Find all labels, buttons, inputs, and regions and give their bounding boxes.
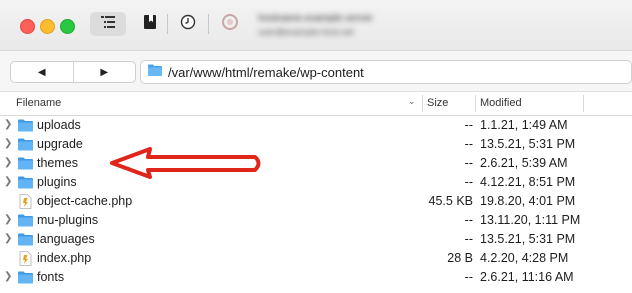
file-size: 28 B — [447, 251, 473, 265]
folder-icon — [17, 137, 34, 154]
bookmarks-button[interactable] — [138, 12, 162, 36]
php-file-icon — [17, 194, 34, 212]
file-name: index.php — [37, 251, 92, 265]
back-button[interactable]: ◀ — [11, 62, 73, 82]
file-row[interactable]: ❯ languages -- 13.5.21, 5:31 PM — [0, 230, 632, 249]
folder-icon — [147, 63, 163, 82]
disclosure-chevron-icon[interactable]: ❯ — [4, 271, 12, 282]
file-size: -- — [464, 232, 473, 246]
disclosure-chevron-icon[interactable]: ❯ — [4, 138, 12, 149]
server-name: hostname.example.server — [258, 13, 374, 24]
path-toolbar: ◀ ▶ /var/www/html/remake/wp-content — [0, 51, 632, 92]
disclosure-chevron-icon[interactable]: ❯ — [4, 214, 12, 225]
file-name: plugins — [37, 175, 77, 189]
forward-button[interactable]: ▶ — [72, 62, 136, 82]
file-list: ❯ uploads -- 1.1.21, 1:49 AM ❯ upgrade -… — [0, 116, 632, 287]
column-filename[interactable]: Filename — [16, 97, 61, 109]
history-button[interactable] — [176, 12, 200, 36]
column-modified[interactable]: Modified — [480, 97, 522, 109]
file-size: 45.5 KB — [428, 194, 473, 208]
clock-icon — [180, 14, 196, 35]
folder-icon — [17, 118, 34, 135]
file-name: uploads — [37, 118, 81, 132]
file-size: -- — [464, 156, 473, 170]
file-modified: 13.5.21, 5:31 PM — [480, 232, 576, 246]
column-header: Filename ⌄ Size Modified — [0, 92, 632, 116]
column-divider[interactable] — [422, 95, 423, 112]
column-divider[interactable] — [583, 95, 584, 112]
folder-icon — [17, 232, 34, 249]
folder-icon — [17, 270, 34, 287]
maximize-window-button[interactable] — [60, 19, 75, 34]
file-name: mu-plugins — [37, 213, 99, 227]
outline-list-icon — [100, 15, 116, 34]
outline-view-button[interactable] — [90, 12, 126, 36]
file-row[interactable]: ❯ mu-plugins -- 13.11.20, 1:11 PM — [0, 211, 632, 230]
close-window-button[interactable] — [20, 19, 35, 34]
file-row[interactable]: index.php 28 B 4.2.20, 4:28 PM — [0, 249, 632, 268]
title-bar: hostname.example.server user@example-hos… — [0, 0, 632, 51]
file-modified: 13.11.20, 1:11 PM — [480, 213, 581, 227]
toolbar-separator — [208, 14, 209, 34]
file-name: upgrade — [37, 137, 83, 151]
disclosure-chevron-icon[interactable]: ❯ — [4, 119, 12, 130]
file-row[interactable]: ❯ uploads -- 1.1.21, 1:49 AM — [0, 116, 632, 135]
file-row[interactable]: ❯ themes -- 2.6.21, 5:39 AM — [0, 154, 632, 173]
file-size: -- — [464, 270, 473, 284]
php-file-icon — [17, 251, 34, 269]
file-modified: 13.5.21, 5:31 PM — [480, 137, 576, 151]
file-modified: 2.6.21, 5:39 AM — [480, 156, 568, 170]
file-name: languages — [37, 232, 95, 246]
navigation-control: ◀ ▶ — [10, 61, 136, 83]
server-logo — [218, 12, 242, 36]
column-divider[interactable] — [475, 95, 476, 112]
folder-icon — [17, 213, 34, 230]
file-row[interactable]: ❯ plugins -- 4.12.21, 8:51 PM — [0, 173, 632, 192]
file-modified: 2.6.21, 11:16 AM — [480, 270, 574, 284]
file-row[interactable]: ❯ fonts -- 2.6.21, 11:16 AM — [0, 268, 632, 287]
file-row[interactable]: object-cache.php 45.5 KB 19.8.20, 4:01 P… — [0, 192, 632, 211]
bookmark-book-icon — [143, 14, 157, 35]
server-logo-icon — [221, 13, 239, 36]
disclosure-chevron-icon[interactable]: ❯ — [4, 176, 12, 187]
file-name: fonts — [37, 270, 65, 284]
file-size: -- — [464, 213, 473, 227]
disclosure-chevron-icon[interactable]: ❯ — [4, 157, 12, 168]
path-field[interactable]: /var/www/html/remake/wp-content — [140, 60, 632, 84]
disclosure-chevron-icon[interactable]: ❯ — [4, 233, 12, 244]
folder-icon — [17, 156, 34, 173]
column-size[interactable]: Size — [427, 97, 448, 109]
file-name: themes — [37, 156, 78, 170]
file-modified: 4.12.21, 8:51 PM — [480, 175, 576, 189]
file-modified: 19.8.20, 4:01 PM — [480, 194, 576, 208]
server-user: user@example-host.net — [258, 27, 354, 37]
file-row[interactable]: ❯ upgrade -- 13.5.21, 5:31 PM — [0, 135, 632, 154]
file-modified: 1.1.21, 1:49 AM — [480, 118, 568, 132]
file-name: object-cache.php — [37, 194, 133, 208]
file-size: -- — [464, 137, 473, 151]
current-path: /var/www/html/remake/wp-content — [168, 64, 364, 80]
file-modified: 4.2.20, 4:28 PM — [480, 251, 569, 265]
minimize-window-button[interactable] — [40, 19, 55, 34]
file-size: -- — [464, 118, 473, 132]
sort-chevron-icon[interactable]: ⌄ — [408, 96, 416, 107]
toolbar-separator — [167, 14, 168, 34]
folder-icon — [17, 175, 34, 192]
server-info: hostname.example.server user@example-hos… — [258, 13, 373, 37]
file-size: -- — [464, 175, 473, 189]
